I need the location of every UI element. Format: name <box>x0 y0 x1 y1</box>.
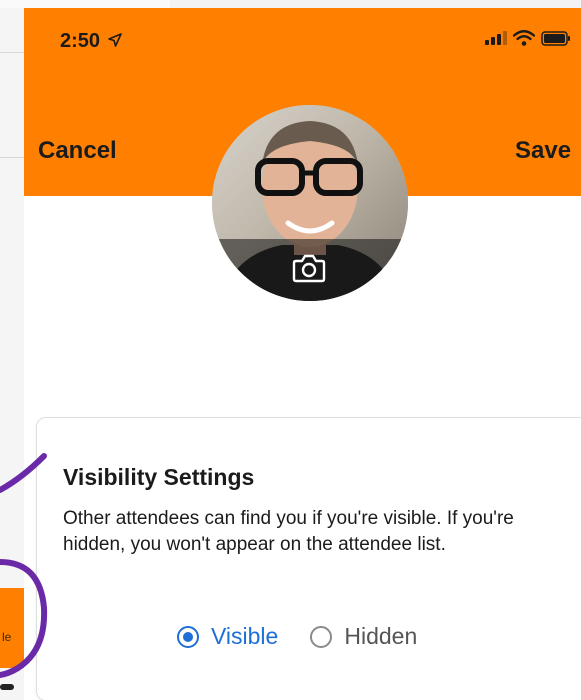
visibility-settings-card: Visibility Settings Other attendees can … <box>36 417 581 700</box>
divider <box>0 157 24 158</box>
visibility-radio-group: Visible Hidden <box>177 623 449 650</box>
card-description: Other attendees can find you if you're v… <box>63 508 514 555</box>
cancel-button[interactable]: Cancel <box>38 137 117 165</box>
background-strip <box>0 0 170 8</box>
status-icons <box>485 30 571 46</box>
battery-icon <box>541 30 570 46</box>
radio-selected-icon[interactable] <box>177 625 199 648</box>
radio-hidden[interactable]: Hidden <box>310 623 417 650</box>
profile-photo[interactable] <box>212 105 408 301</box>
home-indicator <box>0 684 14 690</box>
radio-hidden-label[interactable]: Hidden <box>344 623 417 650</box>
radio-visible[interactable]: Visible <box>177 623 278 650</box>
divider <box>0 52 24 53</box>
wifi-icon <box>513 30 535 46</box>
background-tab-label: le <box>2 630 12 644</box>
camera-icon[interactable] <box>292 253 326 283</box>
edit-profile-screen: 2:50 Cancel Save Visibility Settings Oth… <box>24 8 581 700</box>
card-title: Visibility Settings <box>63 464 255 490</box>
status-time: 2:50 <box>60 30 122 53</box>
location-arrow-icon <box>107 33 122 47</box>
signal-icon <box>485 31 507 45</box>
radio-visible-label[interactable]: Visible <box>211 623 278 650</box>
save-button[interactable]: Save <box>515 137 571 165</box>
radio-unselected-icon[interactable] <box>310 625 333 648</box>
background-tab <box>0 588 24 668</box>
